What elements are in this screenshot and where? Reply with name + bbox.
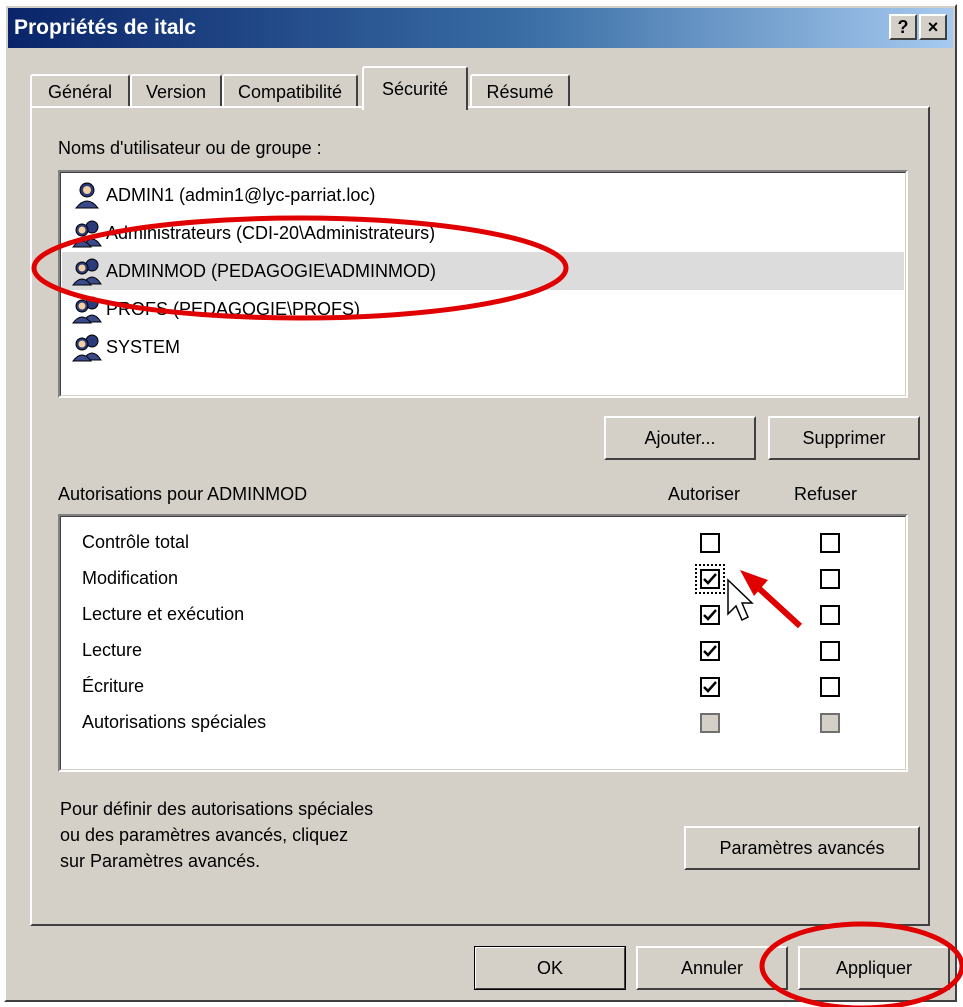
deny-checkbox[interactable] xyxy=(820,605,840,625)
advanced-description-line: Pour définir des autorisations spéciales xyxy=(60,799,374,819)
permission-row: Autorisations spéciales xyxy=(60,706,906,742)
allow-checkbox[interactable] xyxy=(695,564,725,594)
checkmark-icon xyxy=(703,609,717,621)
tab-version[interactable]: Version xyxy=(130,74,222,108)
group-icon xyxy=(72,334,102,362)
security-tab-page: Noms d'utilisateur ou de groupe : ADMIN1… xyxy=(30,106,930,926)
group-name: ADMINMOD (PEDAGOGIE\ADMINMOD) xyxy=(106,260,437,281)
apply-button[interactable]: Appliquer xyxy=(798,946,950,990)
deny-checkbox[interactable] xyxy=(820,641,840,661)
list-item-group[interactable]: SYSTEM xyxy=(62,328,904,366)
tab-compatibility[interactable]: Compatibilité xyxy=(222,74,358,108)
tab-summary[interactable]: Résumé xyxy=(470,74,570,108)
allow-checkbox[interactable] xyxy=(700,533,720,553)
checkmark-icon xyxy=(703,573,717,585)
list-item-user[interactable]: ADMIN1 (admin1@lyc-parriat.loc) xyxy=(62,176,904,214)
tab-security[interactable]: Sécurité xyxy=(362,66,468,110)
permission-name: Contrôle total xyxy=(82,532,190,552)
permission-name: Autorisations spéciales xyxy=(82,712,267,732)
checkmark-icon xyxy=(703,645,717,657)
user-name: ADMIN1 (admin1@lyc-parriat.loc) xyxy=(106,184,376,205)
list-item-group-selected[interactable]: ADMINMOD (PEDAGOGIE\ADMINMOD) xyxy=(62,252,904,290)
user-icon xyxy=(74,182,100,209)
group-icon xyxy=(72,258,102,286)
permission-name: Lecture et exécution xyxy=(82,604,245,624)
list-item-group[interactable]: Administrateurs (CDI-20\Administrateurs) xyxy=(62,214,904,252)
group-name: PROFS (PEDAGOGIE\PROFS) xyxy=(106,298,361,319)
add-button[interactable]: Ajouter... xyxy=(604,416,756,460)
deny-checkbox-disabled xyxy=(820,713,840,733)
deny-checkbox[interactable] xyxy=(820,677,840,697)
advanced-description: Pour définir des autorisations spéciales… xyxy=(60,796,373,874)
deny-header: Refuser xyxy=(794,484,858,504)
permission-name: Lecture xyxy=(82,640,143,660)
close-button[interactable]: × xyxy=(919,14,947,40)
advanced-description-line: sur Paramètres avancés. xyxy=(60,851,261,871)
ok-button[interactable]: OK xyxy=(474,946,626,990)
cancel-button[interactable]: Annuler xyxy=(636,946,788,990)
allow-checkbox-disabled xyxy=(700,713,720,733)
permission-row: Modification xyxy=(60,562,906,598)
permission-name: Modification xyxy=(82,568,179,588)
group-icon xyxy=(72,296,102,324)
permission-name: Écriture xyxy=(82,676,145,696)
allow-checkbox[interactable] xyxy=(700,641,720,661)
remove-button[interactable]: Supprimer xyxy=(768,416,920,460)
help-button[interactable]: ? xyxy=(889,14,917,40)
checkmark-icon xyxy=(703,681,717,693)
allow-header: Autoriser xyxy=(668,484,741,504)
tab-general[interactable]: Général xyxy=(30,74,130,108)
group-name: SYSTEM xyxy=(106,336,181,357)
advanced-description-line: ou des paramètres avancés, cliquez xyxy=(60,825,349,845)
permission-row: Écriture xyxy=(60,670,906,706)
allow-checkbox[interactable] xyxy=(700,605,720,625)
permission-row: Lecture et exécution xyxy=(60,598,906,634)
deny-checkbox[interactable] xyxy=(820,569,840,589)
window-title: Propriétés de italc xyxy=(14,16,197,39)
advanced-settings-button[interactable]: Paramètres avancés xyxy=(684,826,920,870)
title-bar[interactable]: Propriétés de italc ? × xyxy=(8,8,953,48)
users-listbox[interactable]: ADMIN1 (admin1@lyc-parriat.loc) Administ… xyxy=(58,170,908,398)
permission-row: Lecture xyxy=(60,634,906,670)
permissions-label: Autorisations pour ADMINMOD xyxy=(58,484,308,504)
users-label: Noms d'utilisateur ou de groupe : xyxy=(58,138,322,158)
group-name: Administrateurs (CDI-20\Administrateurs) xyxy=(106,222,436,243)
list-item-group[interactable]: PROFS (PEDAGOGIE\PROFS) xyxy=(62,290,904,328)
allow-checkbox[interactable] xyxy=(700,677,720,697)
permission-row: Contrôle total xyxy=(60,526,906,562)
group-icon xyxy=(72,220,102,248)
permissions-list: Contrôle total Modification Lecture et e… xyxy=(58,514,908,772)
deny-checkbox[interactable] xyxy=(820,533,840,553)
